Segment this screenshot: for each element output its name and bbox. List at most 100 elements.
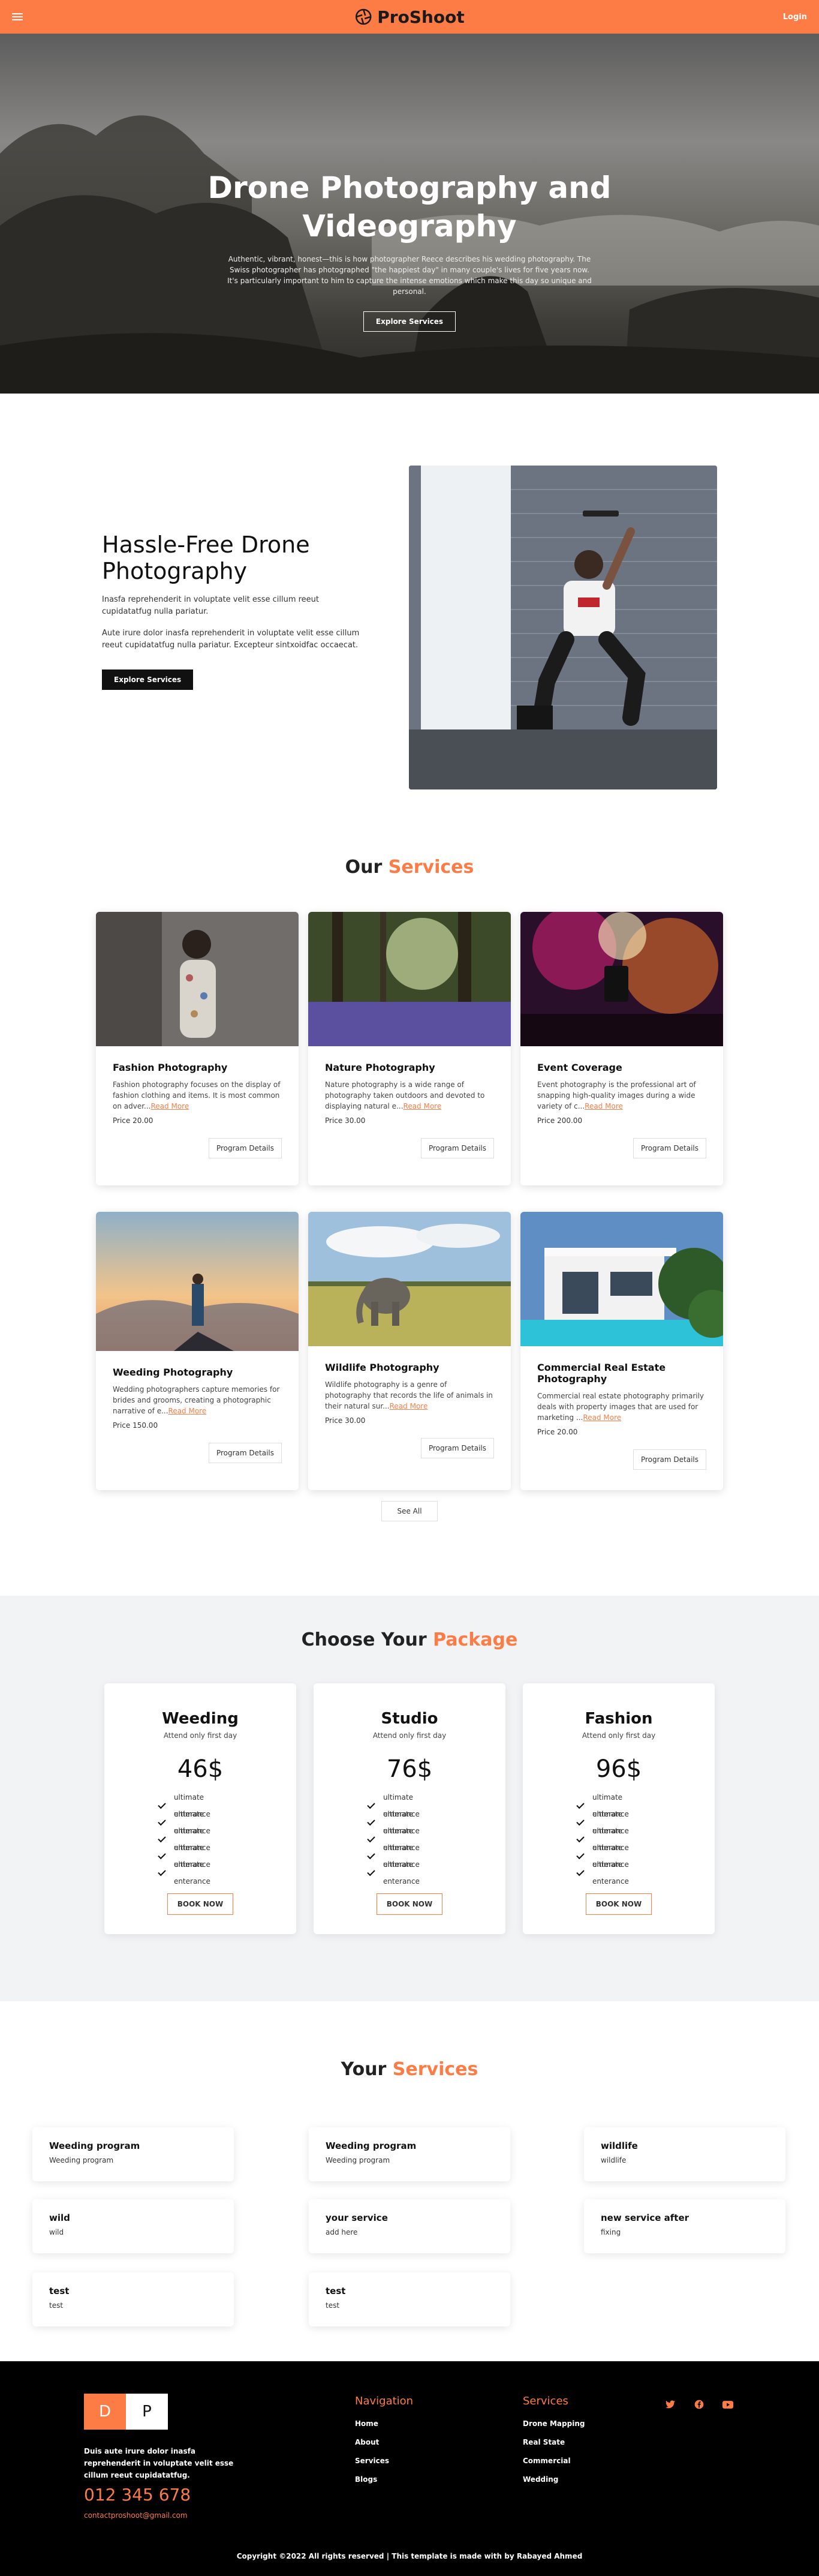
check-icon [576,1817,585,1826]
your-service-title: new service after [601,2212,689,2223]
program-details-button[interactable]: Program Details [633,1138,706,1158]
program-details-button[interactable]: Program Details [209,1138,282,1158]
read-more-link[interactable]: Read More [168,1407,207,1415]
your-services-heading: Your Services [0,2059,819,2080]
footer-logo[interactable]: D P [84,2394,168,2430]
footer-navigation: Navigation Home About Services Blogs [355,2395,413,2489]
service-price: Price 20.00 [537,1428,578,1436]
check-icon [367,1817,375,1826]
brand-logo[interactable]: ProShoot [354,7,465,27]
footer-service-drone-mapping[interactable]: Drone Mapping [523,2415,585,2433]
footer-nav-services[interactable]: Services [355,2452,413,2470]
check-icon [158,1868,166,1876]
footer-service-wedding[interactable]: Wedding [523,2470,585,2489]
read-more-link[interactable]: Read More [585,1102,623,1110]
about-explore-button[interactable]: Explore Services [102,669,194,690]
wildlife-image [308,1212,511,1346]
package-price: 96$ [595,1755,642,1783]
youtube-icon[interactable] [722,2398,734,2410]
package-name: Fashion [585,1710,653,1728]
footer-nav-home[interactable]: Home [355,2415,413,2433]
check-icon [367,1800,375,1809]
your-service-card[interactable]: test test [32,2272,234,2326]
your-service-card[interactable]: Weeding program Weeding program [32,2127,234,2181]
packages-heading-part-2: Package [433,1629,518,1650]
packages-heading-part-1: Choose Your [301,1629,427,1650]
service-title: Fashion Photography [113,1062,228,1073]
real-estate-image [520,1212,723,1346]
your-service-desc: test [326,2301,340,2310]
footer-service-real-state[interactable]: Real State [523,2433,585,2452]
your-service-title: Weeding program [49,2140,140,2151]
service-card-nature: Nature Photography Nature photography is… [308,912,511,1185]
see-all-button[interactable]: See All [381,1501,438,1521]
read-more-link[interactable]: Read More [583,1413,621,1422]
read-more-link[interactable]: Read More [404,1102,442,1110]
package-features: ultimate enterance ultimate enterance ul… [367,1793,451,1886]
service-description: Fashion photography focuses on the displ… [113,1079,282,1112]
service-title: Nature Photography [325,1062,435,1073]
real-estate-photo [520,1212,723,1346]
program-details-button[interactable]: Program Details [209,1443,282,1463]
book-now-button[interactable]: BOOK NOW [376,1893,443,1915]
footer-email[interactable]: contactproshoot@gmail.com [84,2511,188,2520]
hero-banner: Drone Photography and Videography Authen… [0,34,819,394]
footer-nav-about[interactable]: About [355,2433,413,2452]
about-paragraph-2: Aute irure dolor inasfa reprehenderit in… [102,629,360,650]
feature-label: ultimate enterance [592,1860,629,1886]
footer-nav-title: Navigation [355,2395,414,2407]
hero-content: Drone Photography and Videography Authen… [200,169,619,332]
service-card-event: Event Coverage Event photography is the … [520,912,723,1185]
menu-icon[interactable] [12,13,23,20]
footer-service-commercial[interactable]: Commercial [523,2452,585,2470]
about-section: Hassle-Free Drone Photography Inasfa rep… [0,394,819,825]
program-details-button[interactable]: Program Details [633,1449,706,1470]
program-details-button[interactable]: Program Details [421,1138,494,1158]
book-now-button[interactable]: BOOK NOW [167,1893,234,1915]
login-link[interactable]: Login [783,13,807,22]
book-now-button[interactable]: BOOK NOW [585,1893,652,1915]
your-service-title: test [326,2286,346,2296]
your-service-title: wildlife [601,2140,638,2151]
about-text: Hassle-Free Drone Photography Inasfa rep… [102,532,366,690]
service-title: Wildlife Photography [325,1362,439,1373]
feature-label: ultimate enterance [173,1860,210,1886]
package-subtitle: Attend only first day [372,1731,447,1740]
package-card-fashion: Fashion Attend only first day 96$ ultima… [523,1683,715,1934]
your-service-card[interactable]: your service add here [309,2199,510,2253]
services-heading-part-2: Services [388,857,474,878]
footer-logo-p: P [126,2394,168,2430]
service-description: Event photography is the professional ar… [537,1079,706,1112]
hero-title: Drone Photography and Videography [207,170,612,244]
event-image [520,912,723,1046]
twitter-icon[interactable] [664,2398,676,2410]
hero-explore-button[interactable]: Explore Services [363,311,456,332]
footer-nav-blogs[interactable]: Blogs [355,2470,413,2489]
package-features: ultimate enterance ultimate enterance ul… [576,1793,661,1886]
service-price: Price 30.00 [325,1416,366,1425]
facebook-icon[interactable] [693,2398,705,2410]
your-service-card[interactable]: Weeding program Weeding program [309,2127,510,2181]
package-price: 46$ [177,1755,224,1783]
top-navbar: ProShoot Login [0,0,819,34]
service-title: Weeding Photography [113,1367,233,1378]
nature-image [308,912,511,1046]
your-service-desc: Weeding program [49,2156,114,2164]
read-more-link[interactable]: Read More [390,1402,428,1410]
program-details-button[interactable]: Program Details [421,1438,494,1458]
service-card-fashion: Fashion Photography Fashion photography … [96,912,299,1185]
your-service-card[interactable]: wild wild [32,2199,234,2253]
package-subtitle: Attend only first day [582,1731,656,1740]
wildlife-photo [308,1212,511,1346]
check-icon [158,1834,166,1842]
check-icon [158,1800,166,1809]
brand-name: ProShoot [377,7,465,27]
footer-services-title: Services [523,2395,568,2407]
read-more-link[interactable]: Read More [151,1102,189,1110]
your-service-card[interactable]: new service after fixing [584,2199,785,2253]
your-service-card[interactable]: test test [309,2272,510,2326]
check-icon [367,1868,375,1876]
service-price: Price 30.00 [325,1116,366,1125]
your-service-card[interactable]: wildlife wildlife [584,2127,785,2181]
fashion-photo [96,912,299,1046]
